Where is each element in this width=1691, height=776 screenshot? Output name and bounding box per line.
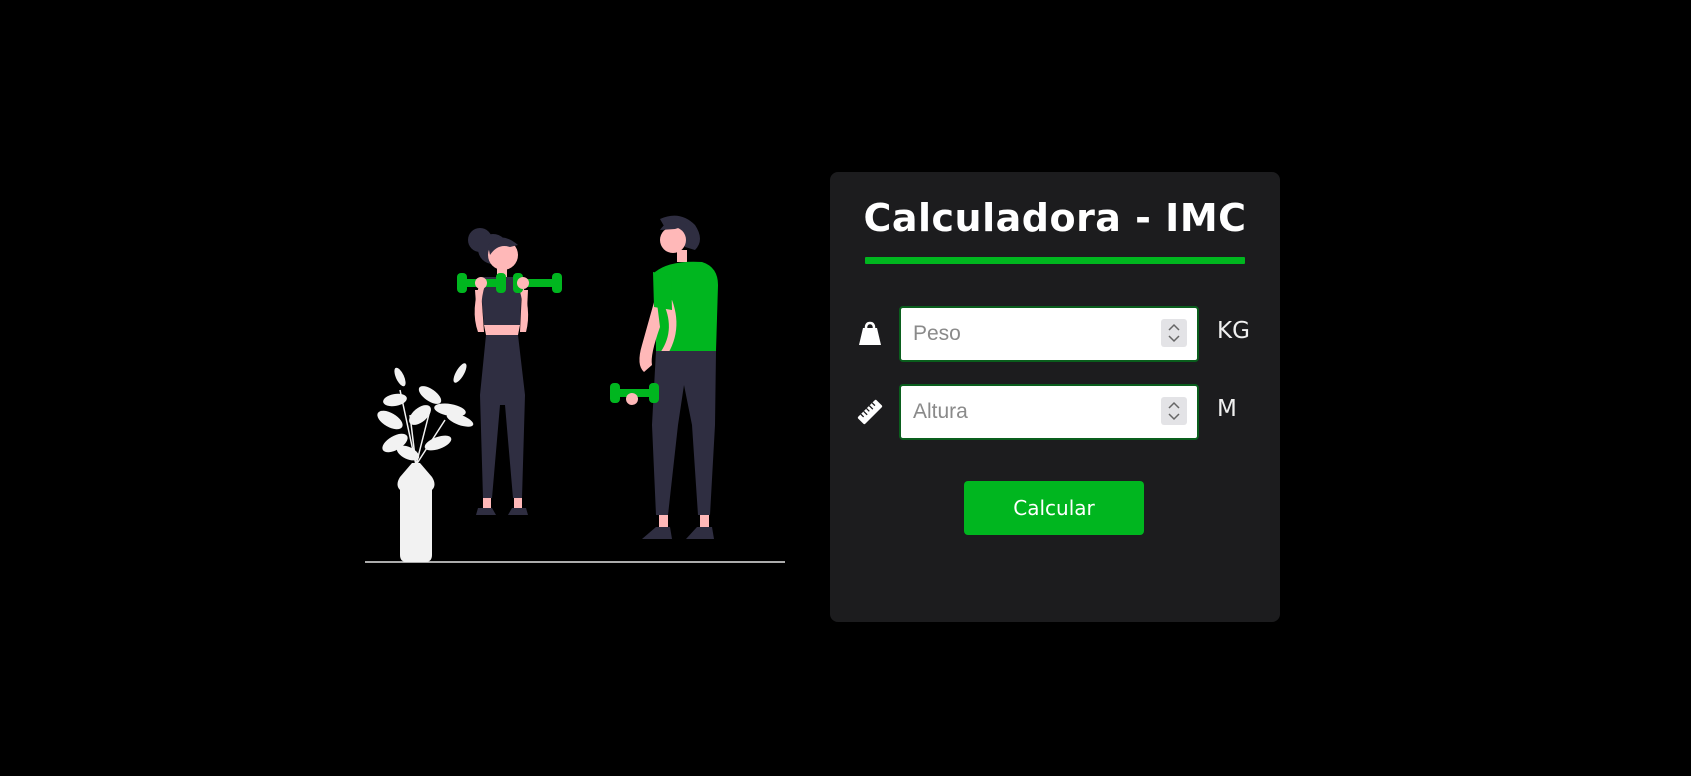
workout-illustration	[365, 215, 785, 563]
weight-unit: KG	[1217, 318, 1250, 344]
calculate-button[interactable]: Calcular	[964, 481, 1144, 535]
bmi-card: Calculadora - IMC KG	[830, 172, 1280, 622]
stepper-arrows-icon	[1168, 401, 1180, 421]
title-underline	[865, 257, 1245, 264]
weight-stepper[interactable]	[1161, 319, 1187, 347]
height-stepper[interactable]	[1161, 397, 1187, 425]
weight-icon	[859, 321, 881, 345]
weight-field-row: KG	[855, 306, 1275, 362]
height-field-row: M	[855, 384, 1275, 440]
ruler-icon	[857, 399, 883, 425]
height-unit: M	[1217, 396, 1237, 422]
height-input[interactable]	[899, 384, 1199, 440]
stepper-arrows-icon	[1168, 323, 1180, 343]
weight-input[interactable]	[899, 306, 1199, 362]
page-title: Calculadora - IMC	[863, 196, 1247, 240]
page: Calculadora - IMC KG	[0, 0, 1691, 776]
